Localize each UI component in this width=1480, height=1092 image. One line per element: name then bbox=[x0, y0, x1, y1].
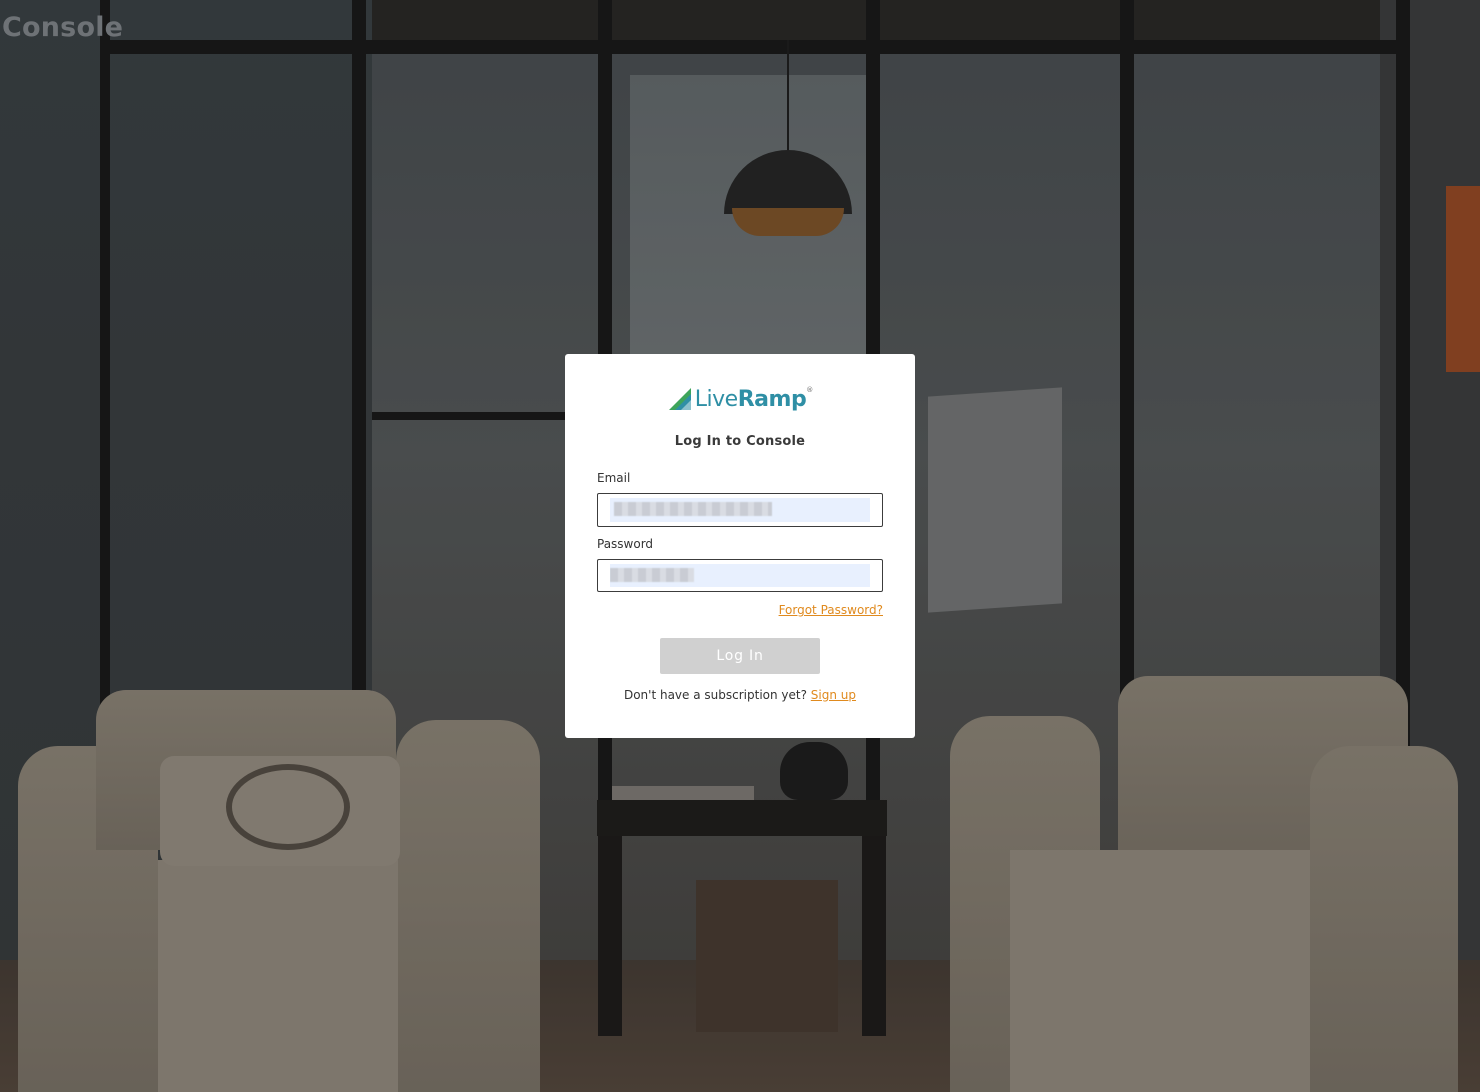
signup-prompt: Don't have a subscription yet? bbox=[623, 688, 807, 702]
logo-trademark: ® bbox=[806, 386, 814, 394]
forgot-password-row: Forgot Password? bbox=[597, 599, 883, 618]
password-autofill-area bbox=[610, 564, 870, 587]
logo-wordmark: LiveRamp bbox=[694, 386, 807, 412]
password-field-wrapper bbox=[597, 559, 883, 592]
login-button[interactable]: Log In bbox=[660, 638, 820, 674]
logo-text-live: Live bbox=[694, 386, 738, 412]
app-brand-title: Console bbox=[2, 12, 124, 43]
email-label: Email bbox=[597, 471, 631, 485]
forgot-password-link[interactable]: Forgot Password? bbox=[779, 603, 883, 617]
login-card: LiveRamp ® Log In to Console Email Passw… bbox=[565, 354, 915, 738]
password-field[interactable] bbox=[610, 564, 870, 587]
password-label: Password bbox=[597, 537, 654, 551]
email-field[interactable] bbox=[610, 498, 870, 522]
logo-text-ramp: Ramp bbox=[737, 386, 807, 412]
email-autofill-area bbox=[610, 498, 870, 522]
login-title: Log In to Console bbox=[674, 434, 806, 449]
liveramp-logo-icon bbox=[668, 388, 691, 410]
email-field-wrapper bbox=[597, 493, 883, 527]
signup-link[interactable]: Sign up bbox=[811, 688, 856, 702]
signup-row: Don't have a subscription yet? Sign up bbox=[597, 688, 883, 702]
liveramp-logo: LiveRamp ® bbox=[597, 384, 883, 414]
